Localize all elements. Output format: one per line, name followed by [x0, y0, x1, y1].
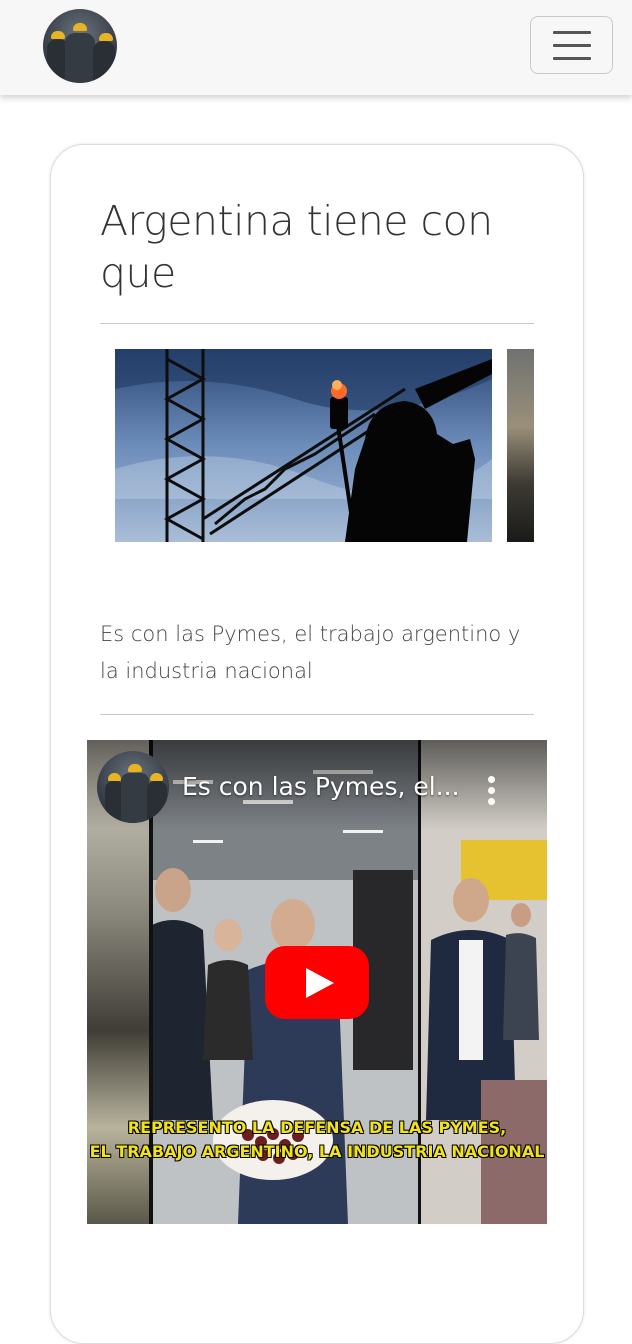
logo-avatar[interactable] — [43, 9, 117, 83]
page-title: Argentina tiene con que — [100, 197, 493, 297]
youtube-video-embed[interactable]: Es con las Pymes, el... REPRESENTO LA DE… — [87, 740, 547, 1224]
carousel-slide-worker-crane[interactable] — [115, 349, 492, 542]
menu-toggle-button[interactable] — [530, 16, 613, 74]
carousel-slide-factory[interactable] — [507, 349, 534, 542]
article-subtitle: Es con las Pymes, el trabajo argentino y… — [100, 622, 521, 683]
channel-avatar[interactable] — [97, 751, 169, 823]
hamburger-menu-icon — [553, 31, 591, 34]
navbar — [0, 0, 632, 95]
video-caption-line-2: EL TRABAJO ARGENTINO, LA INDUSTRIA NACIO… — [89, 1142, 545, 1161]
image-carousel[interactable] — [115, 349, 534, 542]
worker-silhouette-image — [115, 349, 492, 542]
youtube-play-button[interactable] — [265, 946, 369, 1019]
video-caption-line-1: REPRESENTO LA DEFENSA DE LAS PYMES, — [127, 1118, 507, 1137]
video-title[interactable]: Es con las Pymes, el... — [182, 772, 472, 801]
divider — [100, 714, 534, 715]
more-options-icon[interactable] — [482, 776, 502, 808]
divider — [100, 323, 534, 324]
